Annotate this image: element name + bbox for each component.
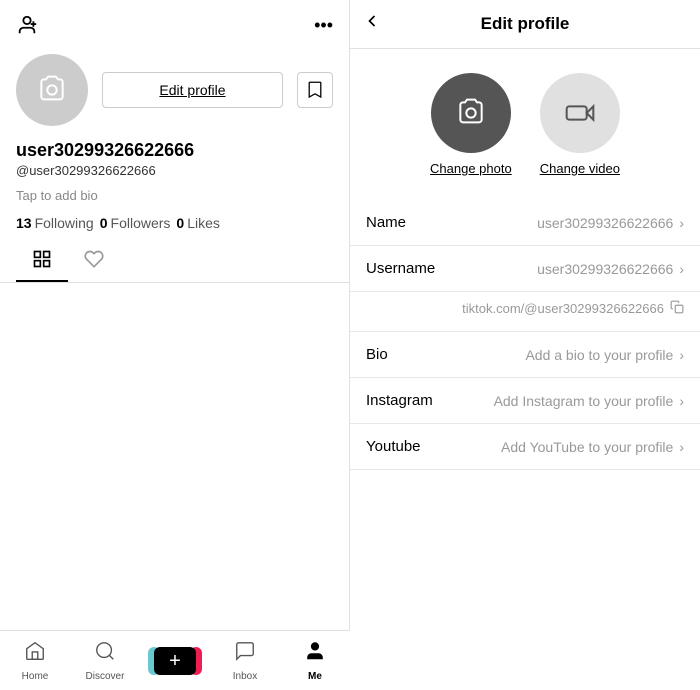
- edit-profile-header: Edit profile: [350, 0, 700, 49]
- liked-icon: [84, 256, 104, 272]
- field-username[interactable]: Username user30299326622666 ›: [350, 246, 700, 292]
- tabs-section: [0, 239, 349, 283]
- nav-create[interactable]: +: [140, 647, 210, 675]
- followers-stat[interactable]: 0 Followers: [100, 215, 171, 231]
- followers-count: 0: [100, 215, 108, 231]
- me-icon: [304, 640, 326, 668]
- url-row: tiktok.com/@user30299326622666: [350, 292, 700, 332]
- tab-posts[interactable]: [16, 239, 68, 282]
- change-video-label: Change video: [540, 161, 620, 176]
- youtube-label: Youtube: [366, 438, 446, 455]
- name-label: Name: [366, 214, 446, 231]
- edit-profile-button[interactable]: Edit profile: [102, 72, 283, 108]
- change-photo-label: Change photo: [430, 161, 512, 176]
- photo-circle: [431, 73, 511, 153]
- more-icon: •••: [314, 15, 333, 36]
- username-section: user30299326622666 @user30299326622666: [0, 136, 349, 180]
- plus-icon: +: [169, 651, 181, 671]
- discover-icon: [94, 640, 116, 668]
- profile-url: tiktok.com/@user30299326622666: [462, 301, 664, 316]
- bookmark-button[interactable]: [297, 72, 333, 108]
- username-value: user30299326622666: [446, 261, 673, 277]
- home-icon: [24, 640, 46, 668]
- tab-liked[interactable]: [68, 239, 120, 282]
- field-bio[interactable]: Bio Add a bio to your profile ›: [350, 332, 700, 378]
- left-panel: ••• Edit profile user30299326622666 @use…: [0, 0, 350, 690]
- chevron-right-icon: ›: [679, 393, 684, 409]
- back-button[interactable]: [362, 11, 382, 37]
- likes-label: Likes: [187, 215, 220, 231]
- me-label: Me: [308, 671, 322, 682]
- following-count: 13: [16, 215, 32, 231]
- photo-options: Change photo Change video: [350, 49, 700, 192]
- change-video-option[interactable]: Change video: [540, 73, 620, 176]
- more-options-button[interactable]: •••: [314, 15, 333, 36]
- profile-section: Edit profile: [0, 44, 349, 136]
- create-button[interactable]: +: [154, 647, 196, 675]
- content-area: [0, 283, 349, 690]
- page-title: Edit profile: [366, 14, 684, 34]
- inbox-icon: [234, 640, 256, 668]
- likes-count: 0: [176, 215, 184, 231]
- field-name[interactable]: Name user30299326622666 ›: [350, 200, 700, 246]
- left-header: •••: [0, 0, 349, 44]
- copy-icon[interactable]: [670, 300, 684, 317]
- change-photo-option[interactable]: Change photo: [430, 73, 512, 176]
- chevron-right-icon: ›: [679, 261, 684, 277]
- add-user-button[interactable]: [16, 14, 38, 36]
- home-label: Home: [22, 671, 49, 682]
- discover-label: Discover: [86, 671, 125, 682]
- chevron-right-icon: ›: [679, 439, 684, 455]
- inbox-label: Inbox: [233, 671, 257, 682]
- profile-fields: Name user30299326622666 › Username user3…: [350, 192, 700, 478]
- bio-placeholder: Tap to add bio: [16, 188, 98, 203]
- video-circle: [540, 73, 620, 153]
- likes-stat[interactable]: 0 Likes: [176, 215, 219, 231]
- bio-value: Add a bio to your profile: [446, 347, 673, 363]
- bottom-nav: Home Discover + Inb: [0, 630, 350, 690]
- nav-discover[interactable]: Discover: [70, 640, 140, 682]
- nav-inbox[interactable]: Inbox: [210, 640, 280, 682]
- posts-icon: [32, 256, 52, 272]
- chevron-right-icon: ›: [679, 347, 684, 363]
- username-display: user30299326622666: [16, 140, 333, 161]
- bio-section[interactable]: Tap to add bio: [0, 180, 349, 211]
- youtube-value: Add YouTube to your profile: [446, 439, 673, 455]
- field-youtube[interactable]: Youtube Add YouTube to your profile ›: [350, 424, 700, 470]
- right-panel: Edit profile Change photo Change video: [350, 0, 700, 690]
- instagram-value: Add Instagram to your profile: [446, 393, 673, 409]
- followers-label: Followers: [111, 215, 171, 231]
- nav-me[interactable]: Me: [280, 640, 350, 682]
- name-value: user30299326622666: [446, 215, 673, 231]
- stats-section: 13 Following 0 Followers 0 Likes: [0, 211, 349, 239]
- following-label: Following: [35, 215, 94, 231]
- nav-home[interactable]: Home: [0, 640, 70, 682]
- bio-label: Bio: [366, 346, 446, 363]
- following-stat[interactable]: 13 Following: [16, 215, 94, 231]
- instagram-label: Instagram: [366, 392, 446, 409]
- chevron-right-icon: ›: [679, 215, 684, 231]
- avatar: [16, 54, 88, 126]
- username-handle: @user30299326622666: [16, 163, 333, 178]
- username-label: Username: [366, 260, 446, 277]
- field-instagram[interactable]: Instagram Add Instagram to your profile …: [350, 378, 700, 424]
